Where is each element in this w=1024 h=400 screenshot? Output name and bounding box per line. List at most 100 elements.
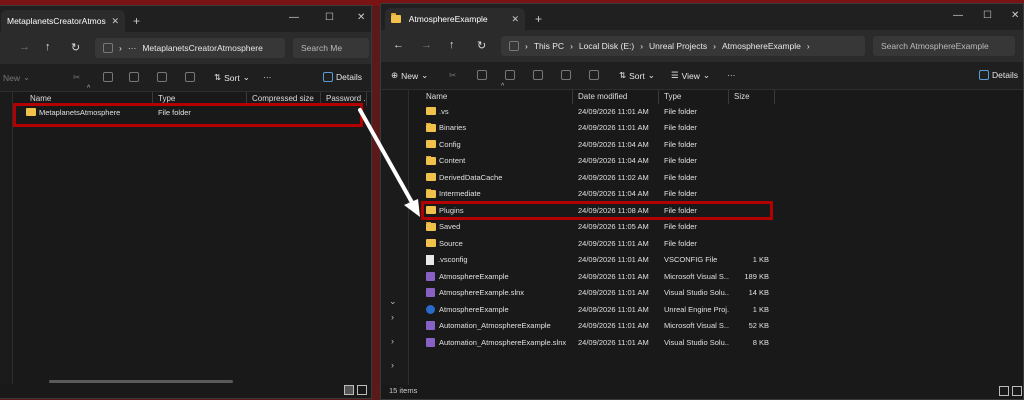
item-name: AtmosphereExample <box>439 271 509 281</box>
breadcrumb-this-pc[interactable]: This PC <box>534 41 564 51</box>
overflow-icon[interactable]: ··· <box>128 43 137 53</box>
delete-icon[interactable] <box>185 72 195 82</box>
tab-atmosphere-example[interactable]: AtmosphereExample ✕ <box>385 8 525 30</box>
col-name[interactable]: Name <box>421 90 573 104</box>
breadcrumb-local-disk[interactable]: Local Disk (E:) <box>579 41 634 51</box>
back-icon[interactable]: ← <box>393 39 404 51</box>
item-size: 52 KB <box>748 321 769 330</box>
cut-icon[interactable]: ✂ <box>449 70 456 81</box>
list-item[interactable]: AtmosphereExample 24/09/2026 11:01 AM Unre… <box>421 301 769 317</box>
maximize-icon[interactable]: ☐ <box>983 10 992 21</box>
breadcrumb-unreal-projects[interactable]: Unreal Projects <box>649 41 707 51</box>
share-icon[interactable] <box>561 70 571 80</box>
more-button[interactable]: ··· <box>727 70 736 80</box>
item-type: File folder <box>664 106 697 116</box>
chevron-right-icon[interactable]: › <box>391 360 394 370</box>
copy-icon[interactable] <box>477 70 487 80</box>
item-type: File folder <box>664 238 697 248</box>
details-button[interactable]: Details <box>979 70 1018 80</box>
list-item[interactable]: Content 24/09/2026 11:04 AM File folder <box>421 153 769 169</box>
forward-icon[interactable]: → <box>19 41 30 53</box>
tiles-view-icon[interactable] <box>1012 386 1022 396</box>
search-input[interactable]: Search AtmosphereExample <box>873 36 1015 56</box>
view-button[interactable]: ☰ View ⌄ <box>671 70 710 81</box>
close-window-icon[interactable]: ✕ <box>1011 10 1019 21</box>
list-item[interactable]: Source 24/09/2026 11:01 AM File folder <box>421 235 769 251</box>
address-bar[interactable]: › ··· MetaplanetsCreatorAtmosphere <box>95 38 285 58</box>
item-date: 24/09/2026 11:01 AM <box>578 255 649 264</box>
navigation-bar: ← → ↑ ↻ › This PC › Local Disk (E:) › Un… <box>381 30 1023 62</box>
rename-icon[interactable] <box>533 70 543 80</box>
copy-icon[interactable] <box>103 72 113 82</box>
list-item[interactable]: .vsconfig 24/09/2026 11:01 AM VSCONFIG Fil… <box>421 252 769 268</box>
navigation-pane[interactable]: ⌄ › › › <box>381 90 409 385</box>
col-size[interactable]: Size <box>729 90 775 104</box>
address-segment[interactable]: MetaplanetsCreatorAtmosphere <box>142 43 262 53</box>
details-button[interactable]: Details <box>323 72 362 82</box>
breadcrumb-atmosphere-example[interactable]: AtmosphereExample <box>722 41 801 51</box>
paste-icon[interactable] <box>505 70 515 80</box>
refresh-icon[interactable]: ↻ <box>477 39 486 52</box>
delete-icon[interactable] <box>589 70 599 80</box>
list-item[interactable]: Automation_AtmosphereExample.slnx 24/09/2… <box>421 334 769 350</box>
minimize-icon[interactable]: — <box>953 10 963 21</box>
details-view-icon[interactable] <box>999 386 1009 396</box>
delete-glyph <box>589 70 599 80</box>
more-button[interactable]: ··· <box>263 72 272 82</box>
maximize-icon[interactable]: ☐ <box>325 12 334 23</box>
chevron-down-icon[interactable]: ⌄ <box>389 296 397 307</box>
item-date: 24/09/2026 11:01 AM <box>578 304 649 314</box>
folder-icon <box>426 222 436 231</box>
close-window-icon[interactable]: ✕ <box>357 12 365 23</box>
highlight-box-source <box>13 103 363 127</box>
tiles-view-icon[interactable] <box>357 385 367 395</box>
item-name: Intermediate <box>439 189 481 198</box>
list-item[interactable]: Config 24/09/2026 11:04 AM File folder <box>421 136 769 152</box>
new-button[interactable]: ⊕ New ⌄ <box>391 70 428 81</box>
col-date-modified[interactable]: Date modified <box>573 90 659 104</box>
list-item[interactable]: Automation_AtmosphereExample 24/09/2026 1… <box>421 318 769 334</box>
item-type: File folder <box>664 139 697 149</box>
visual-studio-icon <box>426 288 435 297</box>
chevron-right-icon[interactable]: › <box>391 336 394 346</box>
list-item[interactable]: AtmosphereExample.slnx 24/09/2026 11:01 A… <box>421 285 769 301</box>
close-tab-icon[interactable]: ✕ <box>111 16 119 27</box>
list-item[interactable]: Saved 24/09/2026 11:05 AM File folder <box>421 219 769 235</box>
cut-icon[interactable]: ✂ <box>73 72 80 83</box>
list-item[interactable]: Binaries 24/09/2026 11:01 AM File folder <box>421 120 769 136</box>
tab-metaplanets[interactable]: MetaplanetsCreatorAtmosphere ✕ <box>1 10 125 32</box>
item-date: 24/09/2026 11:01 AM <box>578 123 649 132</box>
sort-button[interactable]: ⇅ Sort ⌄ <box>619 70 655 81</box>
new-tab-icon[interactable]: + <box>133 14 140 28</box>
list-item[interactable]: DerivedDataCache 24/09/2026 11:02 AM File … <box>421 169 769 185</box>
chevron-right-icon: › <box>570 41 573 51</box>
visual-studio-icon <box>426 271 435 281</box>
folder-icon <box>426 189 436 198</box>
forward-icon[interactable]: → <box>421 39 432 51</box>
list-item[interactable]: AtmosphereExample 24/09/2026 11:01 AM Micr… <box>421 268 769 284</box>
navigation-pane[interactable] <box>0 92 13 384</box>
list-item[interactable]: .vs 24/09/2026 11:01 AM File folder <box>421 103 769 119</box>
paste-icon[interactable] <box>129 72 139 82</box>
item-size: 1 KB <box>752 304 769 314</box>
new-tab-icon[interactable]: + <box>535 12 542 26</box>
search-input[interactable]: Search Me <box>293 38 369 58</box>
col-type[interactable]: Type <box>659 90 729 104</box>
minimize-icon[interactable]: — <box>289 12 299 23</box>
view-label: View <box>681 70 700 81</box>
share-glyph <box>561 70 571 80</box>
refresh-icon[interactable]: ↻ <box>71 41 80 54</box>
up-icon[interactable]: ↑ <box>449 39 455 51</box>
rename-icon[interactable] <box>157 72 167 82</box>
chevron-right-icon[interactable]: › <box>391 312 394 322</box>
folder-icon <box>426 123 436 132</box>
new-button[interactable]: New ⌄ <box>3 72 30 83</box>
details-view-icon[interactable] <box>344 385 354 395</box>
sort-button[interactable]: ⇅ Sort ⌄ <box>214 72 250 83</box>
horizontal-scrollbar[interactable] <box>49 380 233 383</box>
address-bar[interactable]: › This PC › Local Disk (E:) › Unreal Pro… <box>501 36 865 56</box>
close-tab-icon[interactable]: ✕ <box>511 14 519 25</box>
up-icon[interactable]: ↑ <box>45 41 51 53</box>
list-item[interactable]: Intermediate 24/09/2026 11:04 AM File fold… <box>421 186 769 202</box>
item-type: Unreal Engine Proj... <box>664 304 729 314</box>
